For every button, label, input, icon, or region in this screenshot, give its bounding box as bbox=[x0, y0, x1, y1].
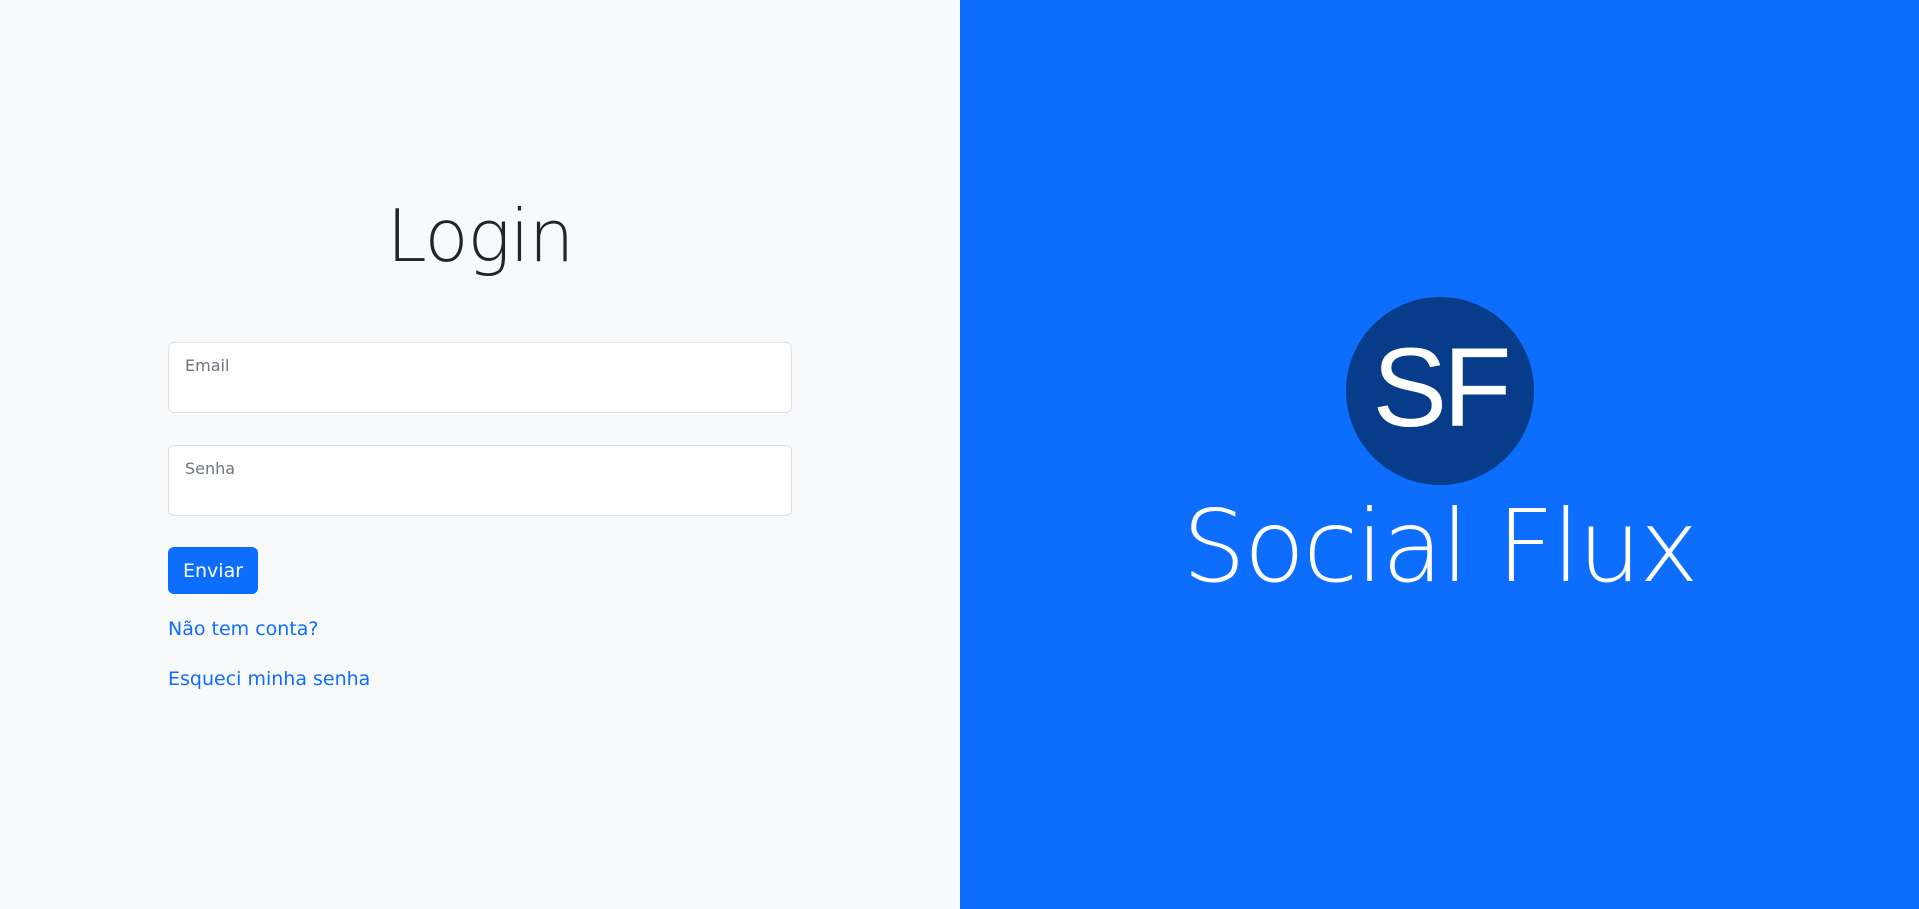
password-label: Senha bbox=[185, 459, 236, 478]
submit-button[interactable]: Enviar bbox=[168, 547, 259, 594]
forgot-password-link[interactable]: Esqueci minha senha bbox=[168, 668, 370, 690]
page-title: Login bbox=[386, 194, 575, 278]
password-input[interactable] bbox=[185, 483, 775, 507]
brand-panel: SF Social Flux bbox=[960, 0, 1919, 909]
email-label: Email bbox=[185, 356, 230, 375]
email-input[interactable] bbox=[185, 380, 775, 404]
email-field[interactable]: Email bbox=[168, 342, 792, 413]
logo-text: SF bbox=[1372, 325, 1511, 450]
page: Login Email Senha Enviar Não tem conta? … bbox=[0, 0, 1919, 909]
signup-link[interactable]: Não tem conta? bbox=[168, 618, 319, 640]
login-panel: Login Email Senha Enviar Não tem conta? … bbox=[0, 0, 960, 909]
brand-name: Social Flux bbox=[1182, 488, 1698, 605]
password-field[interactable]: Senha bbox=[168, 445, 792, 516]
logo: SF bbox=[1346, 297, 1534, 485]
